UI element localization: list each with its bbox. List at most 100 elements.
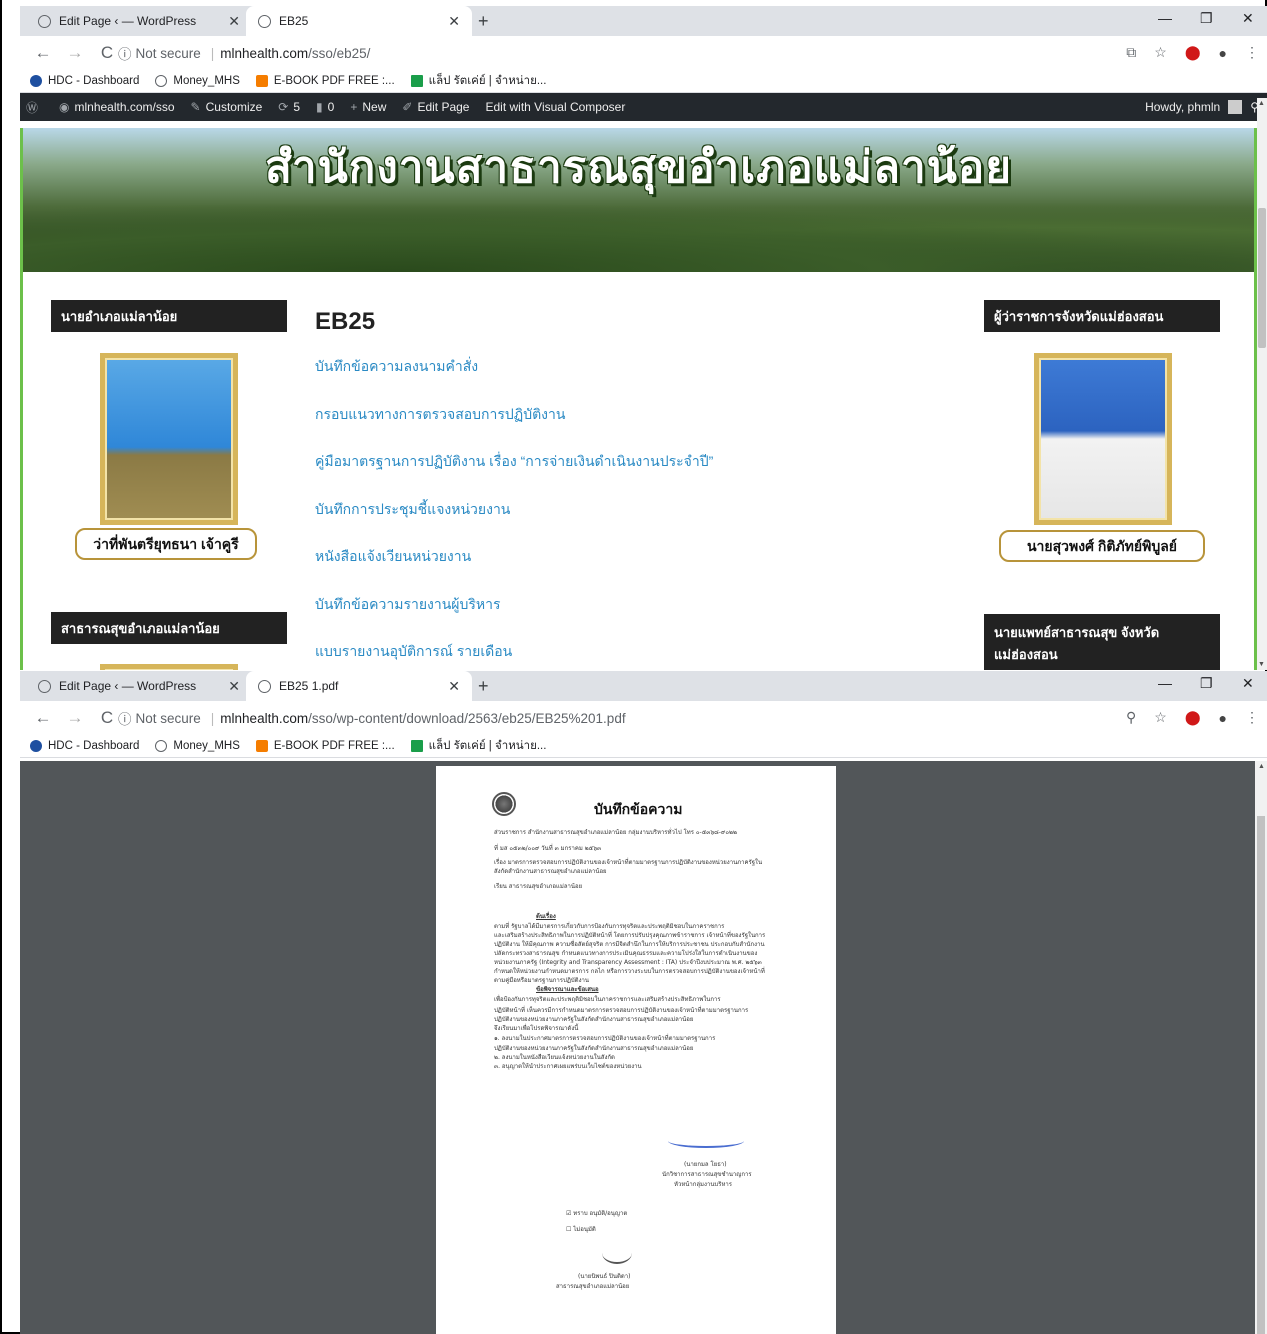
toolbar: ← → C ⓘ Not secure | mlnhealth.com /sso/… [20,701,1267,734]
bookmark-label: แล็ป รัตเค่ย์ | จำหน่าย... [428,74,547,87]
menu-icon[interactable]: ⋮ [1245,44,1259,61]
tab-wordpress[interactable]: Edit Page ‹ — WordPress ✕ [26,671,252,701]
updates-link[interactable]: ⟳ 5 [278,100,300,114]
health-office-photo [100,664,238,670]
doc-link-1[interactable]: บันทึกข้อความลงนามคำสั่ง [315,356,478,378]
edit-page-link[interactable]: ✐ Edit Page [402,100,469,114]
zoom-icon[interactable]: ⚲ [1126,709,1136,726]
new-tab-button[interactable]: + [478,11,489,32]
doc-link-7[interactable]: แบบรายงานอุบัติการณ์ รายเดือน [315,641,512,663]
adblock-icon[interactable]: ⬤ [1185,44,1201,61]
widget-title-district-chief: นายอำเภอแม่ลาน้อย [51,300,287,332]
tab-title: EB25 1.pdf [279,679,339,693]
pdf-scrollbar[interactable]: ▲ [1255,761,1267,1334]
info-icon[interactable]: ⓘ [118,43,132,63]
menu-icon[interactable]: ⋮ [1245,709,1259,726]
memo-line: และเสริมสร้างประสิทธิภาพในการปฏิบัติหน้า… [494,932,766,939]
doc-link-6[interactable]: บันทึกข้อความรายงานผู้บริหาร [315,594,501,616]
visual-composer-link[interactable]: Edit with Visual Composer [485,100,625,114]
bookmark-ebook[interactable]: E-BOOK PDF FREE :... [255,739,395,752]
account-menu[interactable]: Howdy, phmln ⚲ [1145,100,1259,114]
comments-link[interactable]: ▮ 0 [316,100,334,114]
pdf-viewer[interactable]: บันทึกข้อความ ส่วนราชการ สำนักงานสาธารณส… [20,761,1267,1334]
doc-link-4[interactable]: บันทึกการประชุมชี้แจงหน่วยงาน [315,499,510,521]
back-icon[interactable]: ← [34,708,52,728]
doc-link-5[interactable]: หนังสือแจ้งเวียนหน่วยงาน [315,546,471,568]
tab-pdf[interactable]: EB25 1.pdf ✕ [246,671,472,701]
new-link[interactable]: + New [350,100,386,114]
memo-line: ๓. อนุญาตให้นำประกาศเผยแพร่บนเว็บไซต์ของ… [494,1063,642,1070]
scroll-up-icon[interactable]: ▲ [1258,763,1265,770]
minimize-button[interactable]: — [1158,10,1172,26]
close-icon[interactable]: ✕ [228,13,240,30]
tab-wordpress[interactable]: Edit Page ‹ — WordPress ✕ [26,6,252,36]
maximize-button[interactable]: ❐ [1200,675,1213,692]
wordpress-logo-icon[interactable]: Ⓦ [26,99,43,116]
bookmark-lap[interactable]: แล็ป รัตเค่ย์ | จำหน่าย... [410,72,547,90]
bookmark-money[interactable]: Money_MHS [155,739,240,752]
updates-count: 5 [293,100,301,114]
memo-line: ๑. ลงนามในประกาศมาตรการตรวจสอบการปฏิบัติ… [494,1035,716,1042]
globe-icon [258,679,271,693]
memo-line: ๒. ลงนามในหนังสือเวียนแจ้งหน่วยงานในสังก… [494,1054,615,1061]
close-window-button[interactable]: ✕ [1242,10,1254,27]
page-scrollbar[interactable]: ▲ ▼ [1257,98,1267,670]
translate-icon[interactable]: ⧉ [1126,44,1136,61]
bookmark-label: E-BOOK PDF FREE :... [273,74,395,87]
bookmark-label: Money_MHS [173,74,240,87]
url-path: /sso/wp-content/download/2563/eb25/EB25%… [308,710,626,726]
minimize-button[interactable]: — [1158,675,1172,691]
toolbar-actions: ⚲ ☆ ⬤ ● ⋮ [1126,709,1259,726]
close-icon[interactable]: ✕ [448,13,460,30]
bookmark-ebook[interactable]: E-BOOK PDF FREE :... [255,74,395,87]
bookmark-label: Money_MHS [173,739,240,752]
tab-eb25[interactable]: EB25 ✕ [246,6,472,36]
reload-icon[interactable]: C [98,708,116,728]
signature-1-icon [668,1134,744,1148]
customize-link[interactable]: ✎ Customize [191,100,263,114]
close-icon[interactable]: ✕ [228,678,240,695]
bookmark-label: HDC - Dashboard [48,74,140,87]
address-bar[interactable]: ⓘ Not secure | mlnhealth.com /sso/eb25/ [118,40,1137,66]
memo-line: ที่ มส ๐๕๓๒/๐๐๙ วันที่ ๓ มกราคม ๒๕๖๓ [494,845,602,852]
bookmark-hdc[interactable]: HDC - Dashboard [30,74,140,87]
address-bar[interactable]: ⓘ Not secure | mlnhealth.com /sso/wp-con… [118,705,1137,731]
globe-icon [155,74,168,87]
new-tab-button[interactable]: + [478,676,489,697]
memo-line: เรื่อง มาตรการตรวจสอบการปฏิบัติงานของเจ้… [494,859,763,866]
signer-name: (นายกมล โยธา) [684,1161,727,1168]
bookmark-lap[interactable]: แล็ป รัตเค่ย์ | จำหน่าย... [410,737,546,755]
scrollbar-thumb[interactable] [1258,208,1266,348]
scroll-down-icon[interactable]: ▼ [1258,661,1265,668]
banner-landscape [23,202,1254,272]
memo-line: ตามคู่มือหรือมาตรฐานการปฏิบัติงาน [494,977,589,984]
forward-icon[interactable]: → [66,43,84,63]
signature-2-icon [602,1242,632,1264]
bookmark-hdc[interactable]: HDC - Dashboard [30,739,139,752]
adblock-icon[interactable]: ⬤ [1185,709,1201,726]
close-window-button[interactable]: ✕ [1242,675,1254,692]
bookmark-money[interactable]: Money_MHS [155,74,240,87]
site-link[interactable]: ◉ mlnhealth.com/sso [59,100,175,114]
back-icon[interactable]: ← [34,43,52,63]
profile-icon[interactable]: ● [1219,45,1227,61]
new-label: New [362,100,387,114]
security-label: Not secure [135,45,201,61]
forward-icon[interactable]: → [66,708,84,728]
doc-link-3[interactable]: คู่มือมาตรฐานการปฏิบัติงาน เรื่อง “การจ่… [315,451,713,473]
scroll-up-icon[interactable]: ▲ [1258,100,1265,107]
scrollbar-thumb[interactable] [1257,816,1265,1334]
doc-link-2[interactable]: กรอบแนวทางการตรวจสอบการปฏิบัติงาน [315,404,565,426]
star-icon[interactable]: ☆ [1154,709,1167,726]
dashboard-icon: ◉ [59,100,70,114]
edit-page-label: Edit Page [417,100,470,114]
star-icon[interactable]: ☆ [1154,44,1167,61]
close-icon[interactable]: ✕ [448,678,460,695]
info-icon[interactable]: ⓘ [118,708,132,728]
profile-icon[interactable]: ● [1219,710,1227,726]
pdf-page: บันทึกข้อความ ส่วนราชการ สำนักงานสาธารณส… [436,766,836,1334]
maximize-button[interactable]: ❐ [1200,10,1213,27]
memo-line: สังกัดสำนักงานสาธารณสุขอำเภอแม่ลาน้อย [494,868,607,875]
reload-icon[interactable]: C [98,43,116,63]
security-label: Not secure [135,710,201,726]
